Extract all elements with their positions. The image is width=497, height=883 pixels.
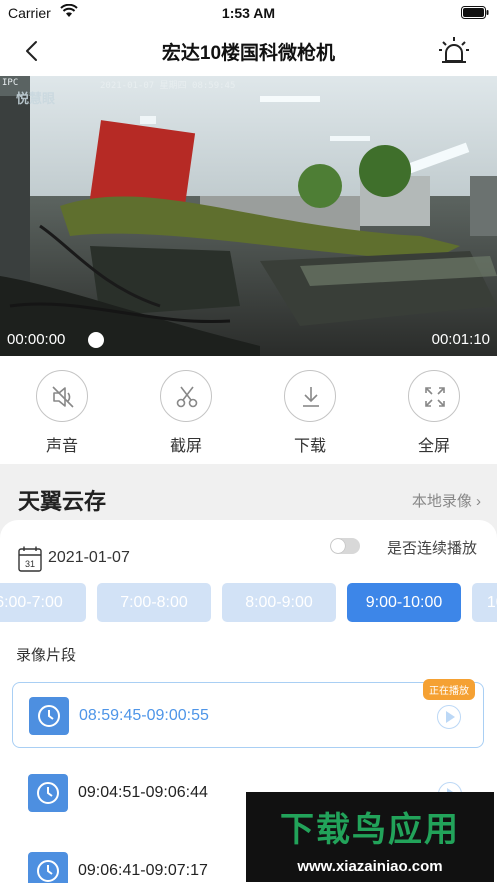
watermark-ad: 下载鸟应用 www.xiazainiao.com (246, 792, 494, 882)
clock-icon (28, 852, 68, 883)
playback-toolbar: 声音 截屏 下载 全屏 (0, 356, 497, 464)
status-bar: Carrier 1:53 AM (0, 0, 497, 26)
clock-icon (29, 697, 69, 735)
sound-muted-icon (52, 386, 74, 408)
video-watermark: 悦慧眼 (16, 91, 56, 106)
fullscreen-label: 全屏 (417, 438, 450, 455)
scissors-icon (176, 386, 198, 408)
continuous-play-toggle[interactable] (330, 538, 360, 554)
clip-time-range: 09:06:41-09:07:17 (78, 862, 208, 879)
now-playing-badge: 正在播放 (423, 679, 475, 700)
download-button[interactable]: 下载 (270, 370, 350, 456)
continuous-play-label: 是否连续播放 (386, 540, 477, 557)
time-slot-chip[interactable]: 10:00-11:00 (472, 583, 497, 622)
clip-item-current[interactable]: 08:59:45-09:00:55 正在播放 (12, 679, 484, 748)
time-slot-chip-active[interactable]: 9:00-10:00 (347, 583, 461, 622)
ad-title: 下载鸟应用 (280, 811, 460, 849)
sound-label: 声音 (45, 438, 78, 455)
back-arrow-icon[interactable] (18, 36, 48, 66)
local-recording-link[interactable]: 本地录像 › (412, 490, 481, 511)
screenshot-button[interactable]: 截屏 (146, 370, 226, 456)
osd-datetime: 2021-01-07 星期四 08:59:45 (100, 81, 236, 91)
page-title: 宏达10楼国科微枪机 (161, 43, 336, 64)
fullscreen-button[interactable]: 全屏 (394, 370, 474, 456)
progress-handle[interactable] (88, 332, 104, 348)
alarm-light-icon[interactable] (437, 34, 471, 68)
osd-ipc-label: IPC (2, 78, 19, 88)
segments-title: 录像片段 (16, 647, 77, 664)
screenshot-label: 截屏 (169, 438, 202, 455)
camera-frame (0, 76, 497, 356)
battery-icon (461, 6, 489, 24)
time-slot-chip[interactable]: 8:00-9:00 (222, 583, 336, 622)
sound-button[interactable]: 声音 (22, 370, 102, 456)
time-slot-strip[interactable]: 6:00-7:00 7:00-8:00 8:00-9:00 9:00-10:00… (0, 583, 497, 623)
clock-icon (28, 774, 68, 812)
calendar-icon[interactable]: 31 (18, 546, 42, 577)
fullscreen-icon (425, 387, 445, 407)
download-label: 下载 (293, 438, 326, 455)
time-slot-chip[interactable]: 6:00-7:00 (0, 583, 86, 622)
clip-time-range: 09:04:51-09:06:44 (78, 784, 208, 801)
current-time: 00:00:00 (7, 331, 66, 348)
download-icon (303, 387, 319, 407)
total-time: 00:01:10 (431, 331, 490, 348)
play-icon[interactable] (437, 705, 461, 729)
clip-time-range: 08:59:45-09:00:55 (79, 707, 209, 724)
clock: 1:53 AM (221, 5, 276, 21)
selected-date[interactable]: 2021-01-07 (48, 549, 130, 567)
ad-url: www.xiazainiao.com (297, 858, 443, 875)
calendar-day: 31 (25, 559, 35, 569)
time-slot-chip[interactable]: 7:00-8:00 (97, 583, 211, 622)
video-player[interactable]: IPC 2021-01-07 星期四 08:59:45 悦慧眼 00:00:00… (0, 76, 497, 356)
nav-bar: 宏达10楼国科微枪机 (0, 26, 497, 76)
cloud-heading: 天翼云存 (18, 489, 107, 514)
